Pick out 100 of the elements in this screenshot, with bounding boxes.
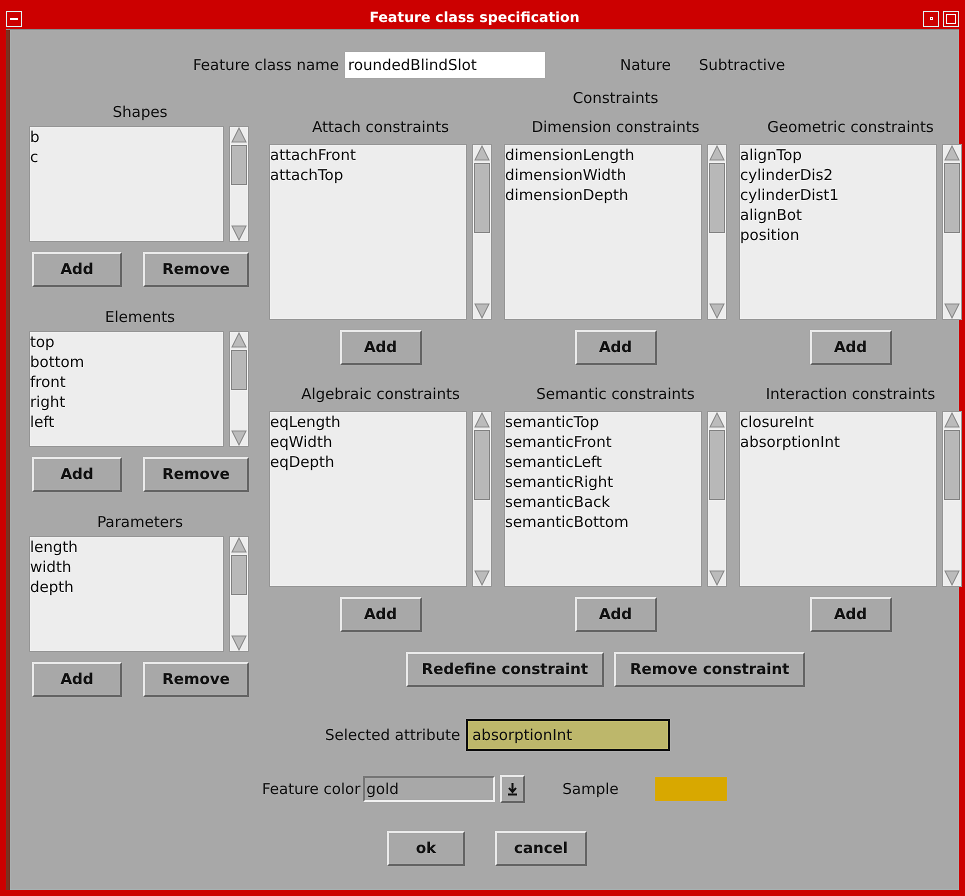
group-title: Geometric constraints [767,117,934,138]
scroll-thumb[interactable] [231,555,247,595]
scrollbar[interactable] [942,144,962,320]
list-item[interactable]: semanticFront [505,432,612,452]
scroll-up-icon[interactable] [231,537,247,553]
list-item[interactable]: semanticBottom [505,512,629,532]
list-item[interactable]: absorptionInt [740,432,840,452]
add-button[interactable]: Add [340,330,422,365]
list-item[interactable]: length [30,537,78,557]
scroll-down-icon[interactable] [709,570,725,586]
add-button[interactable]: Add [574,597,656,632]
scroll-thumb[interactable] [709,163,725,233]
list-item[interactable]: attachFront [270,145,356,165]
add-button[interactable]: Add [574,330,656,365]
list-item[interactable]: dimensionWidth [505,165,626,185]
list-item[interactable]: semanticRight [505,472,614,492]
scroll-up-icon[interactable] [474,145,490,161]
scrollbar[interactable] [942,411,962,587]
scroll-thumb[interactable] [231,145,247,185]
scroll-down-icon[interactable] [474,303,490,319]
list-item[interactable]: cylinderDis2 [740,165,833,185]
window-menu-button[interactable] [6,10,22,26]
scroll-down-icon[interactable] [709,303,725,319]
name-field[interactable]: roundedBlindSlot [345,52,545,78]
scrollbar[interactable] [472,411,492,587]
scroll-up-icon[interactable] [709,412,725,428]
list-item[interactable]: bottom [30,352,84,372]
scrollbar[interactable] [229,126,249,242]
scroll-thumb[interactable] [231,350,247,390]
list-title: Shapes [112,102,168,122]
scrollbar[interactable] [229,331,249,447]
list-item[interactable]: semanticTop [505,412,599,432]
add-button[interactable]: Add [810,597,892,632]
color-field[interactable]: gold [363,776,496,802]
nature-value: Subtractive [698,54,786,76]
redefine-button[interactable]: Redefine constraint [406,652,604,687]
ok-button[interactable]: ok [387,831,465,866]
add-button[interactable]: Add [32,662,122,697]
scroll-thumb[interactable] [944,430,960,500]
scroll-down-icon[interactable] [231,635,247,651]
scrollbar[interactable] [707,411,727,587]
scroll-thumb[interactable] [474,430,490,500]
list-item[interactable]: left [30,412,54,432]
scrollbar[interactable] [472,144,492,320]
scroll-up-icon[interactable] [231,332,247,348]
scroll-thumb[interactable] [474,163,490,233]
list-item[interactable]: front [30,372,66,392]
list-item[interactable]: right [30,392,66,412]
scroll-up-icon[interactable] [709,145,725,161]
dropdown-button[interactable] [500,775,526,803]
field-label: Nature [620,54,671,76]
add-button[interactable]: Add [340,597,422,632]
add-button[interactable]: Add [32,252,122,287]
scroll-thumb[interactable] [944,163,960,233]
scroll-down-icon[interactable] [231,225,247,241]
list-item[interactable]: alignTop [740,145,802,165]
list-item[interactable]: b [30,127,40,147]
remove-button[interactable]: Remove [143,252,249,287]
list-item[interactable]: top [30,332,55,352]
scroll-up-icon[interactable] [231,127,247,143]
maximize-button[interactable] [943,10,959,26]
list-item[interactable]: eqDepth [270,452,334,472]
list-item[interactable]: semanticBack [505,492,610,512]
list-item[interactable]: dimensionLength [505,145,634,165]
scroll-down-icon[interactable] [231,430,247,446]
group-title: Interaction constraints [766,384,936,405]
field-label: Feature class name [193,54,339,76]
list-item[interactable]: semanticLeft [505,452,602,472]
scroll-up-icon[interactable] [474,412,490,428]
add-button[interactable]: Add [32,457,122,492]
list-item[interactable]: alignBot [740,205,802,225]
scroll-down-icon[interactable] [944,303,960,319]
selected-attribute-field[interactable]: absorptionInt [466,719,670,751]
list-title: Elements [105,307,175,327]
download-arrow-icon [507,782,518,796]
scroll-up-icon[interactable] [944,145,960,161]
list-item[interactable]: eqLength [270,412,340,432]
list-item[interactable]: cylinderDist1 [740,185,839,205]
cancel-button[interactable]: cancel [495,831,587,866]
list-item[interactable]: dimensionDepth [505,185,628,205]
list-item[interactable]: width [30,557,72,577]
list-item[interactable]: c [30,147,38,167]
list-item[interactable]: closureInt [740,412,814,432]
constraints-title: Constraints [572,88,658,108]
scroll-thumb[interactable] [709,430,725,500]
field-label: Feature color [262,778,360,800]
minimize-button[interactable] [923,10,939,26]
scrollbar[interactable] [707,144,727,320]
list-item[interactable]: depth [30,577,74,597]
remove-button[interactable]: Remove constraint [614,652,806,687]
list-item[interactable]: position [740,225,800,245]
add-button[interactable]: Add [810,330,892,365]
scrollbar[interactable] [229,536,249,652]
remove-button[interactable]: Remove [143,662,249,697]
remove-button[interactable]: Remove [143,457,249,492]
scroll-up-icon[interactable] [944,412,960,428]
scroll-down-icon[interactable] [944,570,960,586]
list-item[interactable]: attachTop [270,165,344,185]
scroll-down-icon[interactable] [474,570,490,586]
list-item[interactable]: eqWidth [270,432,332,452]
